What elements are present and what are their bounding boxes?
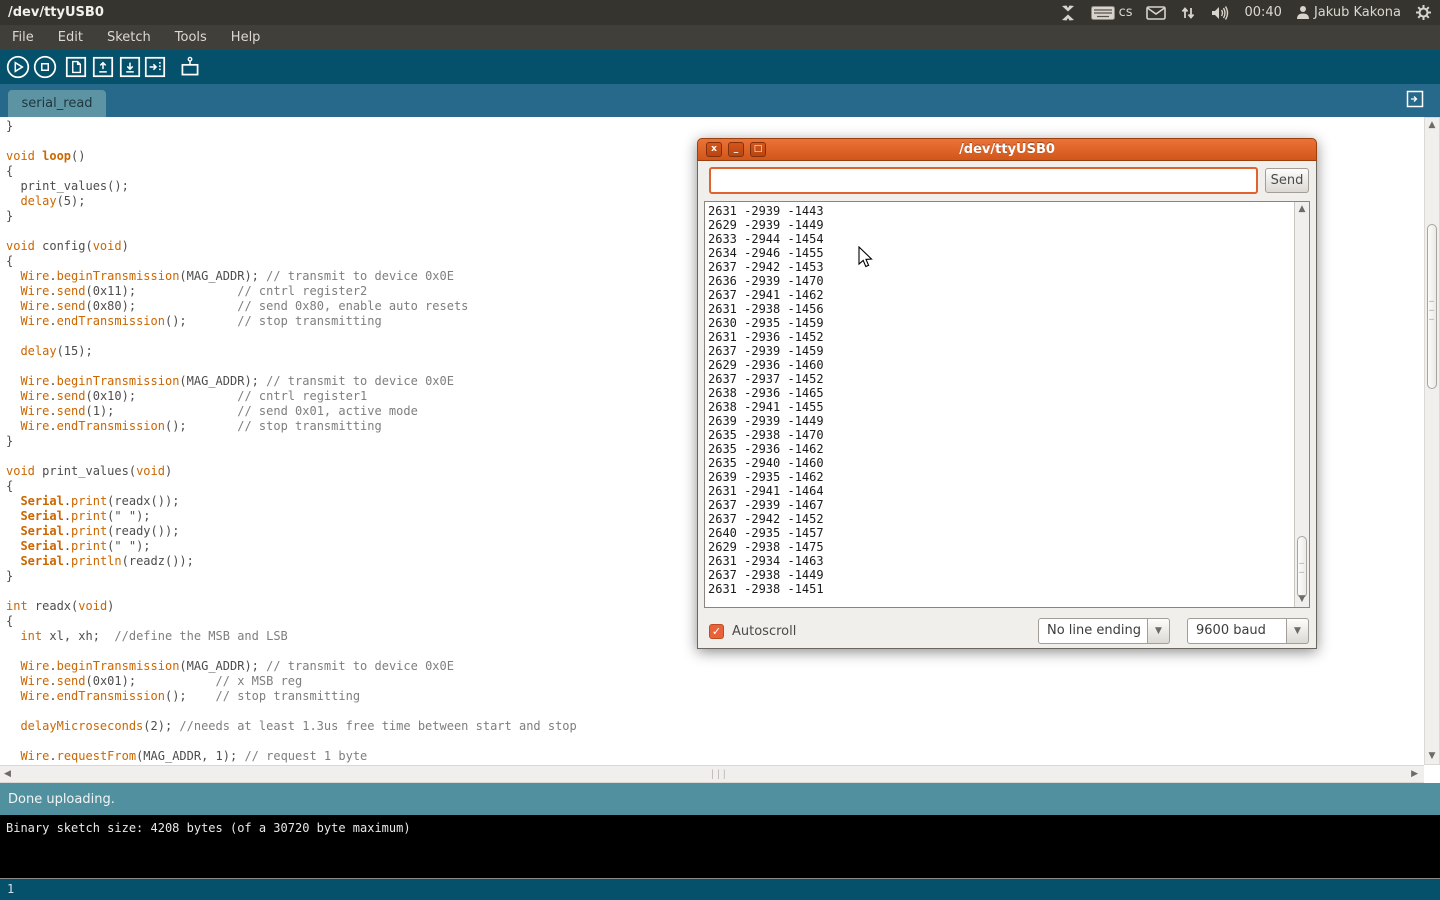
send-button[interactable]: Send: [1265, 168, 1309, 193]
maximize-icon[interactable]: □: [750, 142, 766, 157]
menu-item-sketch[interactable]: Sketch: [95, 26, 163, 49]
panel-window-title: /dev/ttyUSB0: [8, 5, 104, 20]
status-bar: Done uploading.: [0, 783, 1440, 815]
mouse-cursor: [858, 246, 875, 270]
menubar: FileEditSketchToolsHelp: [0, 25, 1440, 50]
sync-arrows-icon[interactable]: [1180, 5, 1196, 21]
open-icon: [90, 54, 116, 80]
monitor-title: /dev/ttyUSB0: [698, 142, 1316, 157]
console-text: Binary sketch size: 4208 bytes (of a 307…: [6, 821, 411, 835]
monitor-vscroll-thumb[interactable]: ──: [1297, 536, 1307, 598]
stop-icon: [32, 54, 58, 80]
new-sketch-icon: [63, 54, 89, 80]
new-sketch-button[interactable]: [63, 54, 89, 80]
menu-item-tools[interactable]: Tools: [163, 26, 219, 49]
code-line: }: [6, 119, 1424, 134]
monitor-vscrollbar[interactable]: ▲ ── ▼: [1294, 202, 1309, 607]
monitor-body: Send 2631 -2939 -1443 2629 -2939 -1449 2…: [697, 161, 1317, 649]
line-ending-select[interactable]: No line ending: [1038, 618, 1148, 644]
scroll-left-arrow[interactable]: ◀: [4, 769, 11, 779]
code-line: Wire.send(0x01); // x MSB reg: [6, 674, 1424, 689]
upload-icon: [142, 54, 168, 80]
top-panel: /dev/ttyUSB0 cs 00:40 Jakub Kakona: [0, 0, 1440, 25]
baud-rate-select[interactable]: 9600 baud: [1187, 618, 1287, 644]
autoscroll-label: Autoscroll: [732, 624, 796, 639]
code-line: Wire.requestFrom(MAG_ADDR, 1); // reques…: [6, 749, 1424, 764]
monitor-controls: ✓ Autoscroll No line ending ▼ 9600 baud …: [698, 613, 1316, 649]
serial-monitor-window: x _ □ /dev/ttyUSB0 Send 2631 -2939 -1443…: [697, 138, 1317, 649]
serial-monitor-button[interactable]: [177, 54, 203, 80]
keyboard-icon: [1091, 6, 1115, 20]
close-icon[interactable]: x: [706, 142, 722, 157]
ide-toolbar: [0, 50, 1440, 84]
serial-output-area[interactable]: 2631 -2939 -1443 2629 -2939 -1449 2633 -…: [704, 201, 1310, 608]
code-line: Wire.endTransmission(); // stop transmit…: [6, 689, 1424, 704]
menu-item-file[interactable]: File: [0, 26, 46, 49]
editor-vscroll-thumb[interactable]: ───: [1427, 224, 1437, 389]
mail-indicator-icon[interactable]: [1146, 6, 1166, 20]
code-line: [6, 734, 1424, 749]
scroll-down-arrow[interactable]: ▼: [1425, 752, 1439, 761]
verify-button[interactable]: [5, 54, 31, 80]
stop-button[interactable]: [32, 54, 58, 80]
keyboard-layout-indicator[interactable]: cs: [1091, 5, 1133, 20]
clock[interactable]: 00:40: [1244, 5, 1281, 20]
tab-menu-icon: [1403, 87, 1427, 111]
tab-label: serial_read: [21, 96, 92, 111]
tabbar: serial_read: [0, 84, 1440, 117]
monitor-scroll-up-arrow[interactable]: ▲: [1295, 205, 1309, 214]
serial-output-text: 2631 -2939 -1443 2629 -2939 -1449 2633 -…: [708, 204, 824, 596]
monitor-titlebar[interactable]: x _ □ /dev/ttyUSB0: [697, 138, 1317, 161]
tab-menu-button[interactable]: [1403, 87, 1427, 111]
status-message: Done uploading.: [8, 792, 115, 807]
volume-icon[interactable]: [1210, 5, 1230, 21]
verify-icon: [5, 54, 31, 80]
code-line: [6, 704, 1424, 719]
user-icon: [1296, 5, 1310, 20]
minimize-icon[interactable]: _: [728, 142, 744, 157]
upload-button[interactable]: [142, 54, 168, 80]
save-icon: [117, 54, 143, 80]
console-output: Binary sketch size: 4208 bytes (of a 307…: [0, 815, 1440, 878]
session-gear-icon[interactable]: [1415, 4, 1432, 21]
baud-rate-dropdown-arrow[interactable]: ▼: [1287, 618, 1309, 644]
indicator-applet-icon[interactable]: [1059, 5, 1077, 21]
scroll-right-arrow[interactable]: ▶: [1411, 769, 1418, 779]
line-indicator: 1: [7, 882, 14, 896]
line-number-strip: 1: [0, 878, 1440, 900]
save-sketch-button[interactable]: [117, 54, 143, 80]
open-sketch-button[interactable]: [90, 54, 116, 80]
editor-hscrollbar[interactable]: ◀ │││ ▶: [0, 765, 1424, 783]
monitor-scroll-down-arrow[interactable]: ▼: [1295, 595, 1309, 604]
hscroll-grip[interactable]: │││: [704, 770, 734, 779]
serial-monitor-icon: [177, 54, 203, 80]
tab-serial-read[interactable]: serial_read: [8, 90, 106, 117]
keyboard-layout-label: cs: [1119, 5, 1133, 20]
editor-vscrollbar[interactable]: ▲ ─── ▼: [1424, 117, 1440, 765]
menu-item-help[interactable]: Help: [219, 26, 273, 49]
line-ending-dropdown-arrow[interactable]: ▼: [1148, 618, 1170, 644]
user-menu[interactable]: Jakub Kakona: [1296, 5, 1401, 20]
code-line: Wire.beginTransmission(MAG_ADDR); // tra…: [6, 659, 1424, 674]
serial-input[interactable]: [709, 167, 1258, 194]
scroll-up-arrow[interactable]: ▲: [1425, 121, 1439, 130]
username-label: Jakub Kakona: [1314, 5, 1401, 20]
menu-item-edit[interactable]: Edit: [46, 26, 95, 49]
autoscroll-checkbox[interactable]: ✓: [709, 624, 724, 639]
code-line: delayMicroseconds(2); //needs at least 1…: [6, 719, 1424, 734]
